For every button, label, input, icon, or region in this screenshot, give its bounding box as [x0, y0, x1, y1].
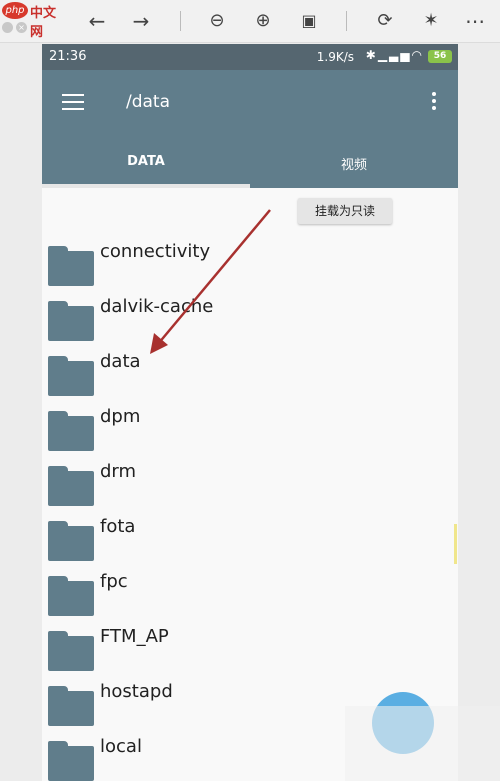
watermark: [345, 706, 500, 781]
annotation-arrow: [150, 209, 271, 354]
arrow-line: [157, 209, 271, 345]
